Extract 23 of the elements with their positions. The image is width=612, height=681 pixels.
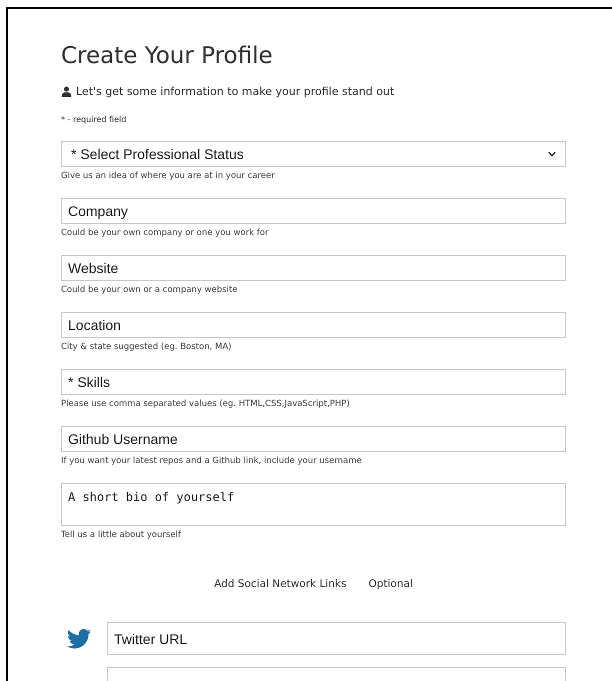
bird-icon [67, 628, 91, 648]
lead-text: Let's get some information to make your profile stand out [76, 85, 394, 98]
chevron-icon [548, 151, 556, 157]
input-field[interactable]: Github Username [61, 426, 566, 452]
optional-label: Optional [368, 578, 413, 590]
field-hint: Tell us a little about yourself [61, 530, 182, 540]
page-title: Create Your Profile [61, 42, 274, 71]
bio-field[interactable]: A short bio of yourself [61, 483, 566, 526]
user-icon [61, 86, 72, 97]
input-field[interactable]: * Skills [61, 369, 566, 395]
field-hint: Please use comma separated values (eg. HTML,CSS,JavaScript,PHP) [61, 399, 351, 409]
field-hint: Give us an idea of where you are at in your career [61, 171, 276, 181]
input-field[interactable]: Website [61, 255, 566, 281]
field-hint: City & state suggested (eg. Boston, MA) [61, 342, 232, 352]
url-field[interactable]: Twitter URL [107, 622, 566, 655]
status-select[interactable]: * Select Professional Status [61, 141, 566, 167]
input-field[interactable]: Location [61, 312, 566, 338]
field-hint: If you want your latest repos and a Github link, include your username [61, 456, 363, 466]
field-hint: Could be your own company or one you work for [61, 228, 270, 238]
add-social-links-button[interactable]: Add Social Network Links [214, 578, 346, 590]
required-note: * - required field [61, 115, 128, 124]
field-hint: Could be your own or a company website [61, 285, 238, 295]
input-field[interactable]: Company [61, 198, 566, 224]
